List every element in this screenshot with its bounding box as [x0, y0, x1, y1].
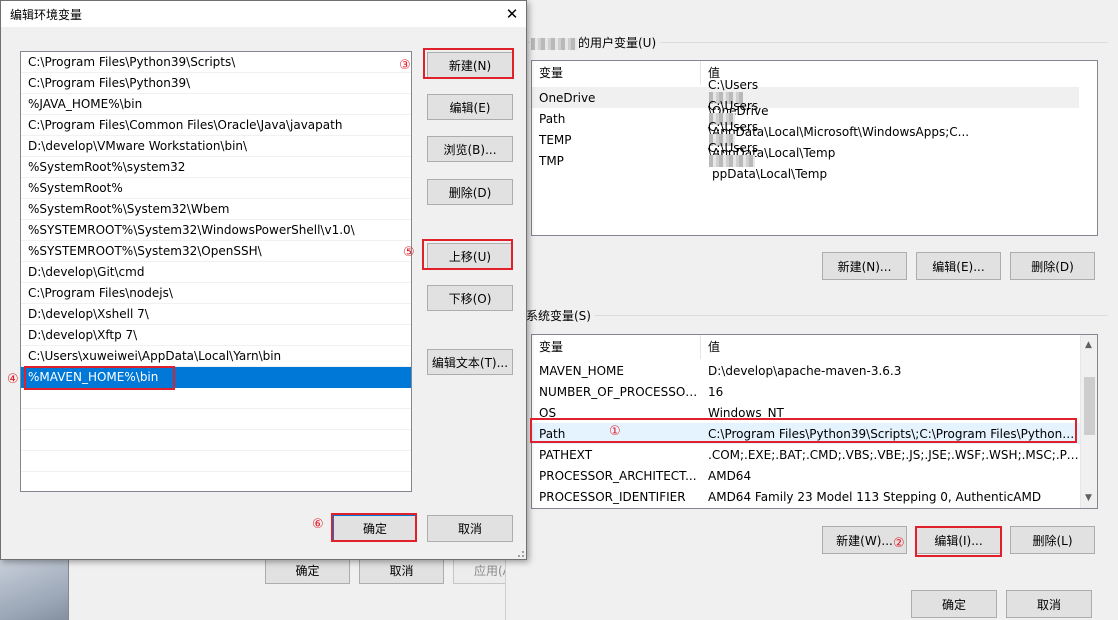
system-var-value: AMD64: [708, 468, 752, 483]
user-var-value-prefix: C:\Users: [708, 77, 759, 92]
path-entries-list[interactable]: C:\Program Files\Python39\Scripts\ C:\Pr…: [20, 51, 412, 492]
system-var-value: D:\develop\apache-maven-3.6.3: [708, 363, 902, 378]
system-properties-window: 确定 取消 应用(A): [68, 550, 523, 620]
dialog-titlebar[interactable]: 编辑环境变量 ✕: [1, 1, 526, 27]
path-entry[interactable]: C:\Users\xuweiwei\AppData\Local\Yarn\bin: [21, 346, 411, 367]
user-group-title: 的用户变量(U): [530, 34, 661, 51]
path-entry[interactable]: C:\Program Files\Common Files\Oracle\Jav…: [21, 115, 411, 136]
step-number-4: ④: [7, 372, 19, 387]
user-group-title-text: 的用户变量(U): [578, 36, 657, 50]
system-group-border: [506, 315, 1108, 316]
system-var-name: PROCESSOR_ARCHITECT...: [539, 468, 697, 483]
path-entry[interactable]: C:\Program Files\nodejs\: [21, 283, 411, 304]
system-var-name: PATHEXT: [539, 447, 593, 462]
path-entry[interactable]: C:\Program Files\Python39\: [21, 73, 411, 94]
system-var-row[interactable]: PATHEXT .COM;.EXE;.BAT;.CMD;.VBS;.VBE;.J…: [532, 444, 1080, 465]
system-var-row[interactable]: PROCESSOR_ARCHITECT... AMD64: [532, 465, 1080, 486]
env-ok-button[interactable]: 确定: [911, 590, 997, 618]
move-down-button[interactable]: 下移(O): [427, 285, 513, 311]
path-entry[interactable]: %JAVA_HOME%\bin: [21, 94, 411, 115]
system-var-name: PROCESSOR_IDENTIFIER: [539, 489, 686, 504]
delete-path-button[interactable]: 删除(D): [427, 179, 513, 205]
system-var-row[interactable]: NUMBER_OF_PROCESSORS 16: [532, 381, 1080, 402]
system-var-row[interactable]: PROCESSOR_IDENTIFIER AMD64 Family 23 Mod…: [532, 486, 1080, 507]
system-var-value: 16: [708, 384, 724, 399]
empty-row: [21, 409, 411, 430]
step-number-3: ③: [399, 58, 411, 73]
env-cancel-button[interactable]: 取消: [1006, 590, 1092, 618]
annotation-box-move-up: [422, 239, 513, 270]
path-entry[interactable]: D:\develop\Git\cmd: [21, 262, 411, 283]
dialog-title: 编辑环境变量: [10, 8, 83, 22]
system-var-row[interactable]: MAVEN_HOME D:\develop\apache-maven-3.6.3: [532, 360, 1080, 381]
user-delete-button[interactable]: 删除(D): [1010, 252, 1095, 280]
redacted-username: [531, 37, 577, 50]
system-var-value: AMD64 Family 23 Model 113 Stepping 0, Au…: [708, 489, 1042, 504]
system-list-header: 变量 值: [532, 335, 1079, 359]
annotation-box-maven-entry: [24, 366, 175, 390]
annotation-box-system-edit: [915, 526, 1002, 557]
system-delete-button[interactable]: 删除(L): [1010, 526, 1095, 554]
edit-env-var-dialog: 编辑环境变量 ✕ C:\Program Files\Python39\Scrip…: [0, 0, 527, 560]
system-col-variable[interactable]: 变量: [532, 335, 701, 359]
browse-button[interactable]: 浏览(B)...: [427, 136, 513, 162]
system-var-name: NUMBER_OF_PROCESSORS: [539, 384, 701, 399]
system-var-value: .COM;.EXE;.BAT;.CMD;.VBS;.VBE;.JS;.JSE;.…: [708, 447, 1080, 462]
resize-grip-dot: [522, 551, 524, 553]
empty-row: [21, 451, 411, 472]
background-cancel-button[interactable]: 取消: [359, 557, 444, 584]
system-var-name: MAVEN_HOME: [539, 363, 624, 378]
user-var-value-prefix: C:\Users: [708, 119, 759, 134]
dialog-cancel-button[interactable]: 取消: [427, 515, 513, 542]
step-number-6: ⑥: [312, 517, 324, 532]
path-entry[interactable]: D:\develop\Xftp 7\: [21, 325, 411, 346]
path-entry[interactable]: %SystemRoot%\System32\Wbem: [21, 199, 411, 220]
user-var-value-suffix: ppData\Local\Temp: [712, 166, 828, 181]
user-var-value-prefix: C:\Users: [708, 140, 759, 155]
background-ok-button[interactable]: 确定: [265, 557, 350, 584]
user-col-variable[interactable]: 变量: [532, 61, 701, 85]
path-entry[interactable]: %SYSTEMROOT%\System32\WindowsPowerShell\…: [21, 220, 411, 241]
path-entry[interactable]: C:\Program Files\Python39\Scripts\: [21, 52, 411, 73]
environment-variables-window: 的用户变量(U) 变量 值 OneDrive C:\Users \OneDrive…: [505, 0, 1118, 620]
system-col-value[interactable]: 值: [701, 335, 1079, 359]
user-var-value-prefix: C:\Users: [708, 98, 759, 113]
edit-text-button[interactable]: 编辑文本(T)...: [427, 349, 513, 375]
user-var-name: OneDrive: [539, 90, 596, 105]
user-var-name: TEMP: [539, 132, 572, 147]
path-entry[interactable]: %SystemRoot%\system32: [21, 157, 411, 178]
user-variables-list[interactable]: 变量 值 OneDrive C:\Users \OneDrive Path C:\…: [531, 60, 1098, 236]
scrollbar-thumb[interactable]: [1084, 377, 1095, 435]
close-icon[interactable]: ✕: [498, 4, 526, 24]
annotation-box-ok: [331, 513, 417, 542]
resize-grip-dot: [518, 555, 520, 557]
user-edit-button[interactable]: 编辑(E)...: [916, 252, 1001, 280]
annotation-box-new: [423, 48, 514, 79]
path-entry[interactable]: %SYSTEMROOT%\System32\OpenSSH\: [21, 241, 411, 262]
path-entry[interactable]: D:\develop\Xshell 7\: [21, 304, 411, 325]
path-entry[interactable]: %SystemRoot%: [21, 178, 411, 199]
user-var-name: Path: [539, 111, 566, 126]
resize-grip-dot: [522, 555, 524, 557]
redacted-username: [709, 154, 755, 167]
empty-row: [21, 430, 411, 451]
scroll-up-icon[interactable]: ▲: [1085, 340, 1092, 350]
user-new-button[interactable]: 新建(N)...: [822, 252, 907, 280]
system-list-scrollbar[interactable]: ▲ ▼: [1080, 335, 1097, 508]
step-number-5: ⑤: [403, 245, 415, 260]
path-entry[interactable]: D:\develop\VMware Workstation\bin\: [21, 136, 411, 157]
system-group-title: 系统变量(S): [526, 307, 595, 324]
scroll-down-icon[interactable]: ▼: [1085, 493, 1092, 503]
edit-path-button[interactable]: 编辑(E): [427, 94, 513, 120]
user-var-name: TMP: [539, 153, 564, 168]
step-number-2: ②: [893, 536, 905, 551]
empty-row: [21, 388, 411, 409]
step-number-1: ①: [609, 424, 621, 439]
user-var-row[interactable]: TMP C:\Users ppData\Local\Temp: [532, 141, 1079, 181]
